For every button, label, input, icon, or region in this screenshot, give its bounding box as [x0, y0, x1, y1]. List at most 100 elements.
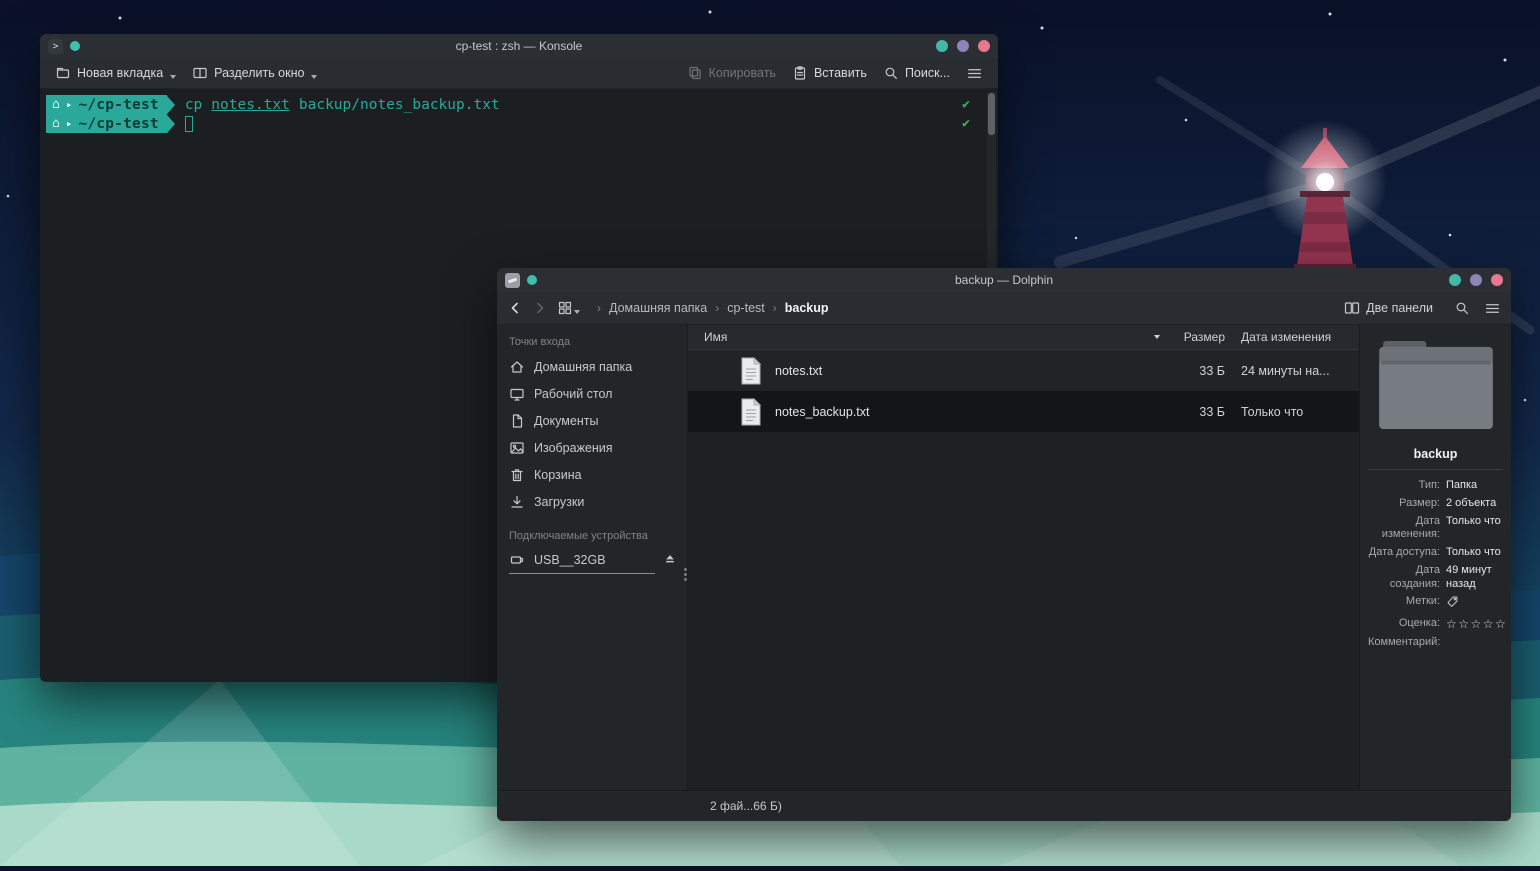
back-button[interactable] [507, 300, 523, 316]
panel-splitter-handle[interactable] [684, 568, 687, 571]
scrollbar-thumb[interactable] [988, 93, 995, 135]
copy-button[interactable]: Копировать [680, 61, 783, 85]
new-tab-button[interactable]: Новая вкладка [48, 61, 183, 85]
command-text: cp notes.txt backup/notes_backup.txt [185, 97, 500, 113]
konsole-close-button[interactable] [978, 40, 990, 52]
search-button[interactable]: Поиск... [876, 61, 957, 85]
split-window-icon [193, 67, 207, 79]
desktop-icon [510, 388, 524, 401]
command-arg-dest: backup/notes_backup.txt [298, 96, 500, 113]
sidebar-item-label: Загрузки [534, 494, 585, 509]
command-arg-source: notes.txt [211, 96, 290, 113]
search-icon [1456, 302, 1468, 314]
information-panel: backup Тип: Папка Размер: 2 объекта Дата… [1359, 325, 1511, 790]
new-tab-label: Новая вкладка [77, 66, 164, 80]
sidebar-item-usb[interactable]: USB__32GB [497, 547, 687, 574]
sidebar-item-pictures[interactable]: Изображения [497, 434, 687, 461]
menu-button[interactable] [959, 61, 990, 86]
success-check-icon: ✔ [962, 116, 970, 131]
file-date: 24 минуты на... [1241, 363, 1330, 378]
dolphin-titlebar[interactable]: backup — Dolphin [497, 268, 1511, 292]
command-name: cp [184, 96, 203, 113]
home-icon: ⌂ [52, 97, 60, 112]
sidebar-item-label: Рабочий стол [534, 386, 613, 401]
sidebar-item-trash[interactable]: Корзина [497, 461, 687, 488]
file-view[interactable]: Имя Размер Дата изменения notes.txt 33 Б… [688, 325, 1359, 790]
info-folder-name: backup [1413, 447, 1458, 461]
sidebar-item-documents[interactable]: Документы [497, 407, 687, 434]
file-size: 33 Б [1199, 404, 1225, 419]
field-value-comment[interactable] [1446, 636, 1507, 650]
search-icon [885, 67, 897, 79]
breadcrumb-cp-test[interactable]: cp-test [727, 301, 765, 315]
text-file-icon [741, 397, 762, 425]
sidebar-item-label: Документы [534, 413, 599, 428]
places-panel: Точки входа Домашняя папка Рабочий стол … [497, 325, 688, 790]
list-header: Имя Размер Дата изменения [688, 325, 1359, 350]
forward-arrow-icon [537, 302, 544, 314]
column-date[interactable]: Дата изменения [1241, 330, 1345, 344]
breadcrumb-separator: › [597, 301, 601, 315]
chevron-down-icon [311, 75, 318, 79]
eject-button[interactable] [663, 552, 677, 569]
forward-button[interactable] [532, 300, 548, 316]
column-size[interactable]: Размер [1167, 330, 1225, 344]
text-file-icon [741, 356, 762, 384]
prompt-tip [166, 95, 175, 114]
status-bar: 2 фай...66 Б) [497, 790, 1511, 821]
breadcrumb-separator: › [772, 301, 777, 315]
split-window-label: Разделить окно [214, 66, 305, 80]
rating-stars[interactable]: ☆☆☆☆☆ [1446, 617, 1507, 632]
split-panels-label: Две панели [1366, 301, 1433, 315]
view-mode-button[interactable] [557, 300, 580, 316]
dolphin-window: backup — Dolphin › Домашняя папка › cp-t… [497, 268, 1511, 821]
dolphin-menu-button[interactable] [1484, 300, 1501, 317]
chevron-down-icon [574, 310, 580, 314]
divider [1368, 469, 1503, 470]
file-size: 33 Б [1199, 363, 1225, 378]
konsole-app-icon: > [48, 38, 63, 54]
dolphin-close-button[interactable] [1491, 274, 1503, 286]
column-name[interactable]: Имя [704, 330, 1153, 344]
sidebar-item-desktop[interactable]: Рабочий стол [497, 380, 687, 407]
breadcrumb-separator: › [715, 301, 720, 315]
konsole-maximize-button[interactable] [957, 40, 969, 52]
sidebar-item-downloads[interactable]: Загрузки [497, 488, 687, 515]
field-value-accessed: Только что [1446, 546, 1501, 558]
dolphin-minimize-button[interactable] [1449, 274, 1461, 286]
shell-prompt: ⌂ ▸ ~/cp-test [46, 114, 175, 133]
usb-device-label: USB__32GB [534, 553, 606, 567]
field-label-accessed: Дата доступа: [1368, 546, 1440, 558]
copy-label: Копировать [708, 66, 776, 80]
sidebar-item-home[interactable]: Домашняя папка [497, 353, 687, 380]
terminal-line-prompt: ⌂ ▸ ~/cp-test ✔ [46, 114, 986, 133]
konsole-minimize-button[interactable] [936, 40, 948, 52]
field-label-modified: Дата изменения: [1381, 514, 1440, 541]
breadcrumb-home[interactable]: Домашняя папка [609, 301, 707, 315]
konsole-window-title: cp-test : zsh — Konsole [455, 39, 583, 53]
hamburger-menu-icon [1486, 303, 1499, 313]
file-row-notes[interactable]: notes.txt 33 Б 24 минуты на... [688, 350, 1359, 391]
breadcrumb-backup[interactable]: backup [785, 301, 829, 315]
usb-drive-icon [510, 556, 524, 564]
field-value-size: 2 объекта [1446, 496, 1497, 509]
file-name: notes.txt [775, 363, 823, 378]
dolphin-main: Точки входа Домашняя папка Рабочий стол … [497, 325, 1511, 790]
success-check-icon: ✔ [962, 97, 970, 112]
split-panels-button[interactable]: Две панели [1337, 296, 1440, 320]
dolphin-app-icon [505, 272, 520, 288]
dolphin-maximize-button[interactable] [1470, 274, 1482, 286]
dolphin-window-title: backup — Dolphin [954, 273, 1054, 287]
terminal-cursor [184, 115, 193, 132]
file-row-notes-backup[interactable]: notes_backup.txt 33 Б Только что [688, 391, 1359, 432]
dolphin-search-button[interactable] [1454, 300, 1470, 316]
copy-icon [689, 66, 701, 80]
konsole-tab-dot-icon [70, 41, 80, 51]
prompt-arrow-icon: ▸ [65, 117, 73, 130]
field-value-tags[interactable] [1446, 595, 1507, 613]
paste-label: Вставить [813, 66, 867, 80]
paste-button[interactable]: Вставить [785, 61, 874, 85]
konsole-titlebar[interactable]: > cp-test : zsh — Konsole [40, 34, 998, 58]
home-icon [510, 360, 524, 373]
split-window-button[interactable]: Разделить окно [185, 61, 324, 85]
